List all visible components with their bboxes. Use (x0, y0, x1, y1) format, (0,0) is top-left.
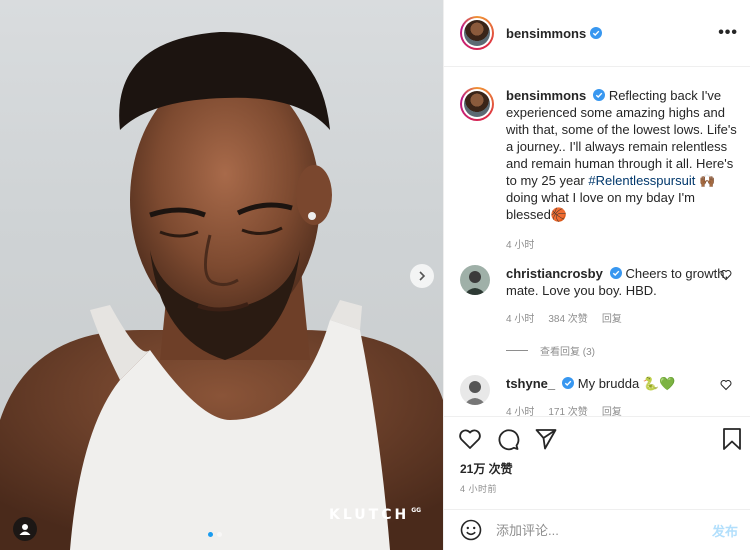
comments-section: bensimmons Reflecting back I've experien… (444, 67, 750, 416)
comment-text: My brudda 🐍💚 (577, 376, 676, 391)
bookmark-icon[interactable] (720, 427, 744, 451)
basketball-emoji: 🏀 (550, 207, 567, 222)
caption-avatar[interactable] (460, 87, 494, 121)
caption-hashtag[interactable]: #Relentlesspursuit (588, 173, 695, 188)
comment-icon[interactable] (496, 427, 520, 451)
watermark-text: KLUTCH (329, 507, 410, 523)
send-icon[interactable] (534, 427, 558, 451)
chevron-right-icon (419, 271, 426, 281)
author-username[interactable]: bensimmons (506, 26, 586, 41)
view-replies-label: 查看回复 (3) (540, 347, 595, 358)
post-photo (0, 31, 443, 550)
verified-badge-icon (593, 89, 606, 101)
view-replies-button[interactable]: 查看回复 (3) (506, 343, 595, 358)
commenter-avatar[interactable] (460, 375, 490, 405)
reply-button[interactable]: 回复 (602, 404, 622, 416)
commenter-username[interactable]: christiancrosby (506, 266, 603, 281)
more-options-icon[interactable]: ••• (718, 24, 738, 42)
heart-icon[interactable] (458, 427, 482, 451)
post-sidebar: bensimmons ••• bensimmons Reflecting bac… (443, 0, 750, 550)
slide-dot (217, 532, 222, 537)
comment-likes[interactable]: 384 次赞 (548, 311, 587, 328)
posted-time: 4 小时前 (460, 484, 498, 494)
author-avatar[interactable] (460, 16, 494, 50)
add-comment-bar: 发布 (444, 509, 750, 550)
likes-count[interactable]: 21万 次赞 (460, 460, 513, 477)
reply-button[interactable]: 回复 (602, 311, 622, 328)
comment-time: 4 小时 (506, 314, 535, 325)
heart-icon[interactable] (720, 269, 732, 281)
post-comment-button[interactable]: 发布 (712, 521, 738, 540)
verified-badge-icon (590, 27, 603, 39)
commenter-username[interactable]: tshyne_ (506, 376, 555, 391)
comment-item: tshyne_ My brudda 🐍💚 4 小时 171 次赞 回复 (460, 375, 740, 416)
comment-time: 4 小时 (506, 407, 535, 416)
next-slide-button[interactable] (410, 264, 434, 288)
watermark-sub: GG (411, 507, 422, 514)
comment-likes[interactable]: 171 次赞 (548, 404, 587, 416)
slide-indicator (208, 532, 222, 537)
media-watermark: KLUTCH GG (329, 507, 421, 523)
caption-time: 4 小时 (506, 240, 535, 251)
emoji-icon[interactable] (460, 519, 482, 541)
verified-badge-icon (609, 267, 622, 279)
action-bar: 21万 次赞 4 小时前 (444, 416, 750, 509)
heart-icon[interactable] (720, 379, 732, 391)
verified-badge-icon (562, 377, 575, 389)
tagged-users-button[interactable] (13, 517, 37, 541)
post-header: bensimmons ••• (444, 0, 750, 67)
caption-username[interactable]: bensimmons (506, 88, 586, 103)
comment-item: christiancrosby Cheers to growth, mate. … (460, 265, 740, 328)
post-media[interactable]: KLUTCH GG (0, 0, 443, 550)
caption-item: bensimmons Reflecting back I've experien… (460, 87, 740, 254)
comment-input[interactable] (496, 522, 696, 538)
user-icon (19, 524, 31, 535)
replies-divider (506, 350, 528, 351)
commenter-avatar[interactable] (460, 265, 490, 295)
slide-dot-active (208, 532, 213, 537)
